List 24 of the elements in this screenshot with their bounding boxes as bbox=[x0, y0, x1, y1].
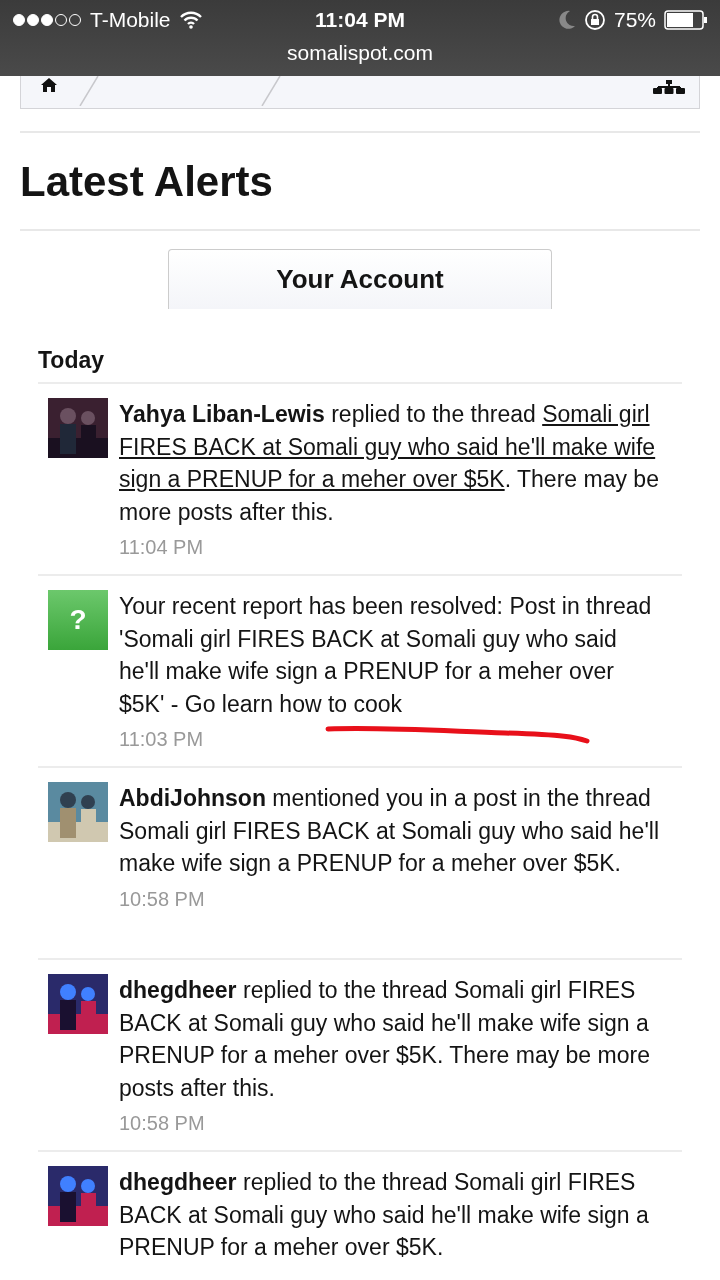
sitemap-icon[interactable] bbox=[653, 80, 685, 94]
alert-time: 11:04 PM bbox=[119, 536, 204, 559]
rotation-lock-icon bbox=[583, 9, 606, 31]
alert-time: 10:58 PM bbox=[119, 887, 205, 911]
home-icon[interactable] bbox=[41, 78, 57, 92]
alert-text: Your recent report has been resolved: Post in thread 'Somali girl FIRES BACK at Somali guy who said he'll make wife sign a PRENUP for a meher over $5K' - Go learn how to cook bbox=[119, 592, 653, 719]
alert-text: AbdiJohnson mentioned you in a post in the thread Somali girl FIRES BACK at Somali guy who said he'll make wife sign a PRENUP for a meher over $5K. bbox=[119, 784, 659, 878]
battery-icon bbox=[664, 10, 708, 30]
section-heading: Today bbox=[38, 347, 682, 384]
signal-icon bbox=[12, 13, 82, 27]
page-title: Latest Alerts bbox=[20, 157, 274, 207]
alert-time: 11:03 PM bbox=[119, 728, 204, 751]
carrier-name: T-Mobile bbox=[90, 8, 171, 32]
alert-text: dhegdheer replied to the thread Somali girl FIRES BACK at Somali guy who said he'll make wife sign a PRENUP for a meher over $5K. bbox=[119, 1168, 650, 1262]
report-avatar: ? bbox=[48, 590, 108, 650]
wifi-icon bbox=[178, 11, 203, 29]
alert-text: dhegdheer replied to the thread Somali girl FIRES BACK at Somali guy who said he'll make wife sign a PRENUP for a meher over $5K. There may be more posts after this. bbox=[119, 976, 651, 1103]
tab[interactable]: Your Account bbox=[168, 249, 552, 309]
url-text: somalispot.com bbox=[286, 40, 434, 66]
battery-percent: 75% bbox=[613, 8, 656, 32]
alert-text: Yahya Liban-Lewis replied to the thread Somali girl FIRES BACK at Somali guy who said he'll make wife sign a PRENUP for a meher over $5K. There may be more posts after this. bbox=[119, 400, 659, 527]
moon-icon bbox=[557, 10, 576, 30]
clock: 11:04 PM bbox=[315, 8, 405, 32]
alert-time: 10:58 PM bbox=[119, 1112, 205, 1135]
